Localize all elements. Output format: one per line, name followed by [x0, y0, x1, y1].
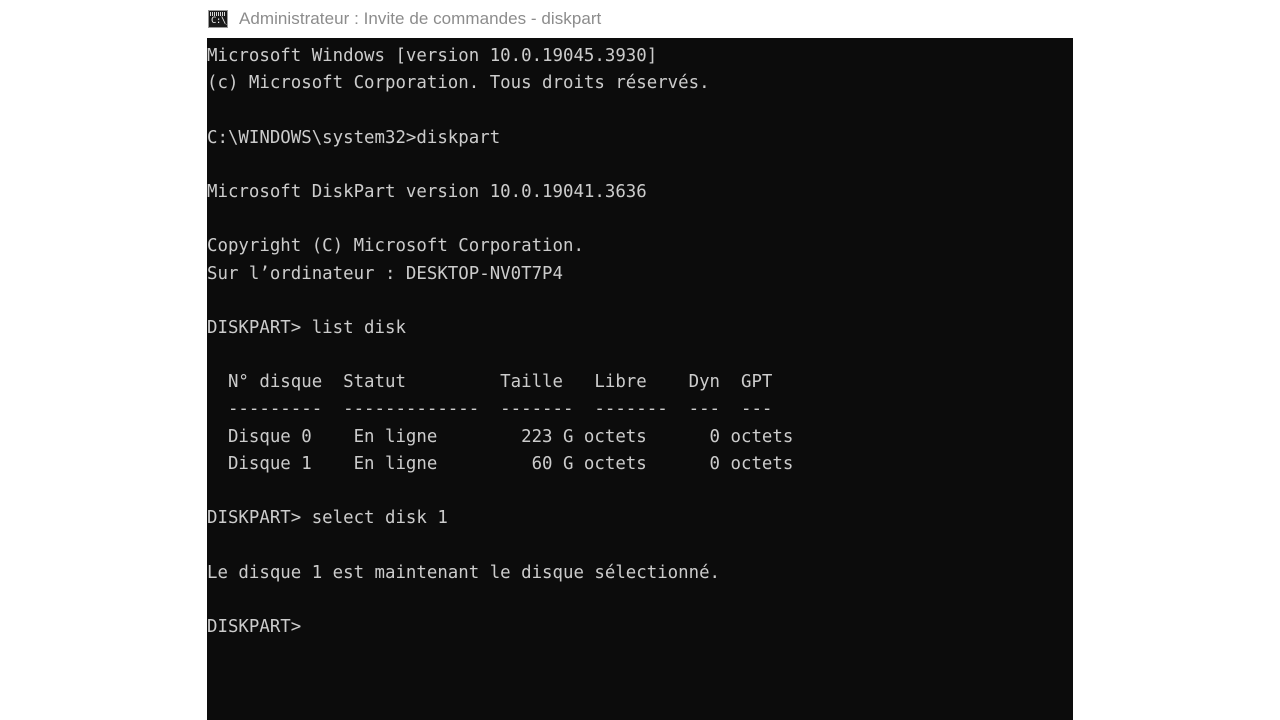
- console-line: Microsoft Windows [version 10.0.19045.39…: [207, 46, 658, 66]
- console-icon-glyph: C:\_: [211, 16, 227, 26]
- console-line-result: Le disque 1 est maintenant le disque sél…: [207, 562, 721, 583]
- console-line: (c) Microsoft Corporation. Tous droits r…: [207, 73, 710, 94]
- console-line-prompt: C:\WINDOWS\system32>diskpart: [207, 127, 501, 148]
- console-line-command: DISKPART> select disk 1: [207, 508, 448, 529]
- console-line-command: DISKPART> list disk: [207, 317, 406, 338]
- console-icon: C:\_: [208, 10, 228, 28]
- console-prompt-cursor[interactable]: DISKPART>: [207, 614, 1073, 641]
- disk-table-header: N° disque Statut Taille Libre Dyn GPT: [207, 372, 773, 393]
- disk-table-row: Disque 1 En ligne 60 G octets 0 octets: [207, 453, 794, 474]
- window-titlebar[interactable]: C:\_ Administrateur : Invite de commande…: [207, 0, 1073, 38]
- screen: C:\_ Administrateur : Invite de commande…: [0, 0, 1280, 720]
- console-line: Copyright (C) Microsoft Corporation.: [207, 236, 584, 257]
- window-title: Administrateur : Invite de commandes - d…: [239, 9, 602, 28]
- console-output: Microsoft Windows [version 10.0.19045.39…: [207, 38, 1073, 641]
- disk-table-separator: --------- ------------- ------- ------- …: [207, 399, 773, 420]
- console-line: Sur l’ordinateur : DESKTOP-NV0T7P4: [207, 263, 563, 284]
- console-window[interactable]: Microsoft Windows [version 10.0.19045.39…: [207, 38, 1073, 720]
- disk-table-row: Disque 0 En ligne 223 G octets 0 octets: [207, 426, 794, 447]
- console-line: Microsoft DiskPart version 10.0.19041.36…: [207, 181, 647, 202]
